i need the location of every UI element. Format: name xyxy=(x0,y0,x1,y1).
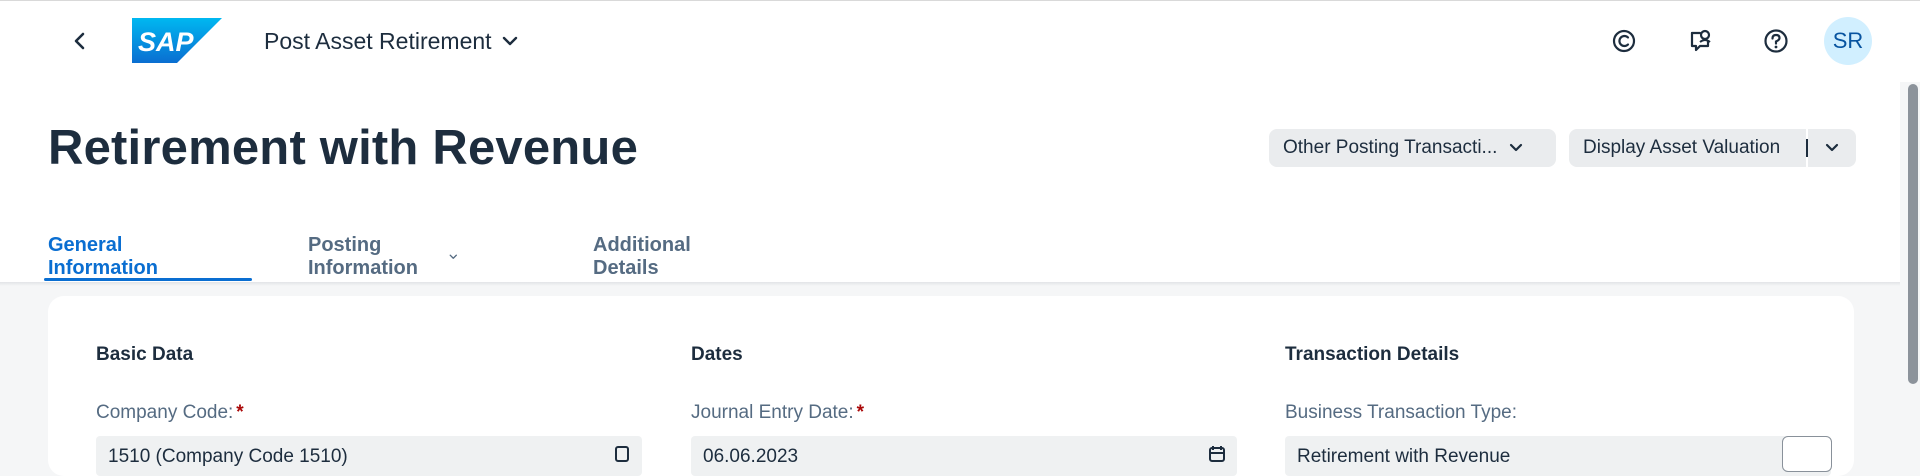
display-asset-valuation-button[interactable]: Display Asset Valuation xyxy=(1569,129,1806,167)
tab-posting-information-label: Posting Information xyxy=(308,234,418,279)
business-transaction-type-input[interactable]: Retirement with Revenue xyxy=(1285,436,1831,476)
other-posting-transactions-button[interactable]: Other Posting Transacti... xyxy=(1269,129,1556,167)
business-transaction-type-value: Retirement with Revenue xyxy=(1297,446,1511,467)
chevron-down-icon xyxy=(502,36,517,46)
general-information-card: Basic Data Company Code: * 1510 (Company … xyxy=(48,296,1854,476)
active-tab-indicator xyxy=(44,278,252,281)
tab-additional-details[interactable]: Additional Details xyxy=(593,232,691,282)
journal-entry-date-value: 06.06.2023 xyxy=(703,446,799,467)
help-icon xyxy=(1764,29,1788,53)
app-title: Post Asset Retirement xyxy=(264,27,492,54)
required-marker: * xyxy=(856,402,865,423)
journal-entry-date-label: Journal Entry Date: * xyxy=(691,402,864,424)
display-valuation-label: Display Asset Valuation xyxy=(1583,137,1781,158)
section-title-transaction-details: Transaction Details xyxy=(1285,344,1460,365)
scrollbar-thumb[interactable] xyxy=(1908,84,1918,384)
display-valuation-menu-button[interactable] xyxy=(1808,129,1856,167)
back-icon xyxy=(74,32,85,50)
business-transaction-type-label: Business Transaction Type: xyxy=(1285,402,1517,423)
user-avatar[interactable]: SR xyxy=(1824,17,1872,65)
sap-logo-text: SAP xyxy=(138,27,195,57)
sap-logo: SAP xyxy=(132,18,222,63)
header-shadow xyxy=(0,282,1900,286)
calendar-icon[interactable] xyxy=(1207,444,1227,464)
object-header: Retirement with Revenue Other Posting Tr… xyxy=(0,82,1900,282)
chevron-down-icon xyxy=(449,254,458,259)
chevron-down-icon xyxy=(1825,143,1839,152)
other-posting-label: Other Posting Transacti... xyxy=(1283,137,1498,158)
help-button[interactable] xyxy=(1758,23,1794,59)
company-code-label: Company Code: * xyxy=(96,402,244,424)
tab-posting-information[interactable]: Posting Information xyxy=(308,232,458,282)
chevron-down-icon xyxy=(1510,143,1523,152)
section-title-basic-data: Basic Data xyxy=(96,344,194,365)
co-pilot-button[interactable] xyxy=(1606,23,1642,59)
app-title-menu[interactable]: Post Asset Retirement xyxy=(264,25,518,57)
company-code-input[interactable]: 1510 (Company Code 1510) xyxy=(96,436,642,476)
tab-general-information[interactable]: General Information xyxy=(48,232,158,282)
required-marker: * xyxy=(236,402,244,423)
company-code-value: 1510 (Company Code 1510) xyxy=(108,446,348,467)
journal-entry-date-input[interactable]: 06.06.2023 xyxy=(691,436,1237,476)
back-button[interactable] xyxy=(62,23,98,59)
value-help-icon[interactable] xyxy=(612,444,632,464)
feedback-icon xyxy=(1690,29,1711,52)
co-pilot-icon xyxy=(1612,29,1636,53)
page-title: Retirement with Revenue xyxy=(48,121,639,175)
shell-bar: SAP Post Asset Retirement SR xyxy=(0,0,1920,82)
feedback-button[interactable] xyxy=(1682,23,1718,59)
business-transaction-type-dropdown-button[interactable] xyxy=(1782,436,1832,472)
section-title-dates: Dates xyxy=(691,344,743,365)
journal-entry-date-label-text: Journal Entry Date: xyxy=(691,402,854,423)
company-code-label-text: Company Code: xyxy=(96,402,234,423)
split-button-divider xyxy=(1806,139,1808,157)
